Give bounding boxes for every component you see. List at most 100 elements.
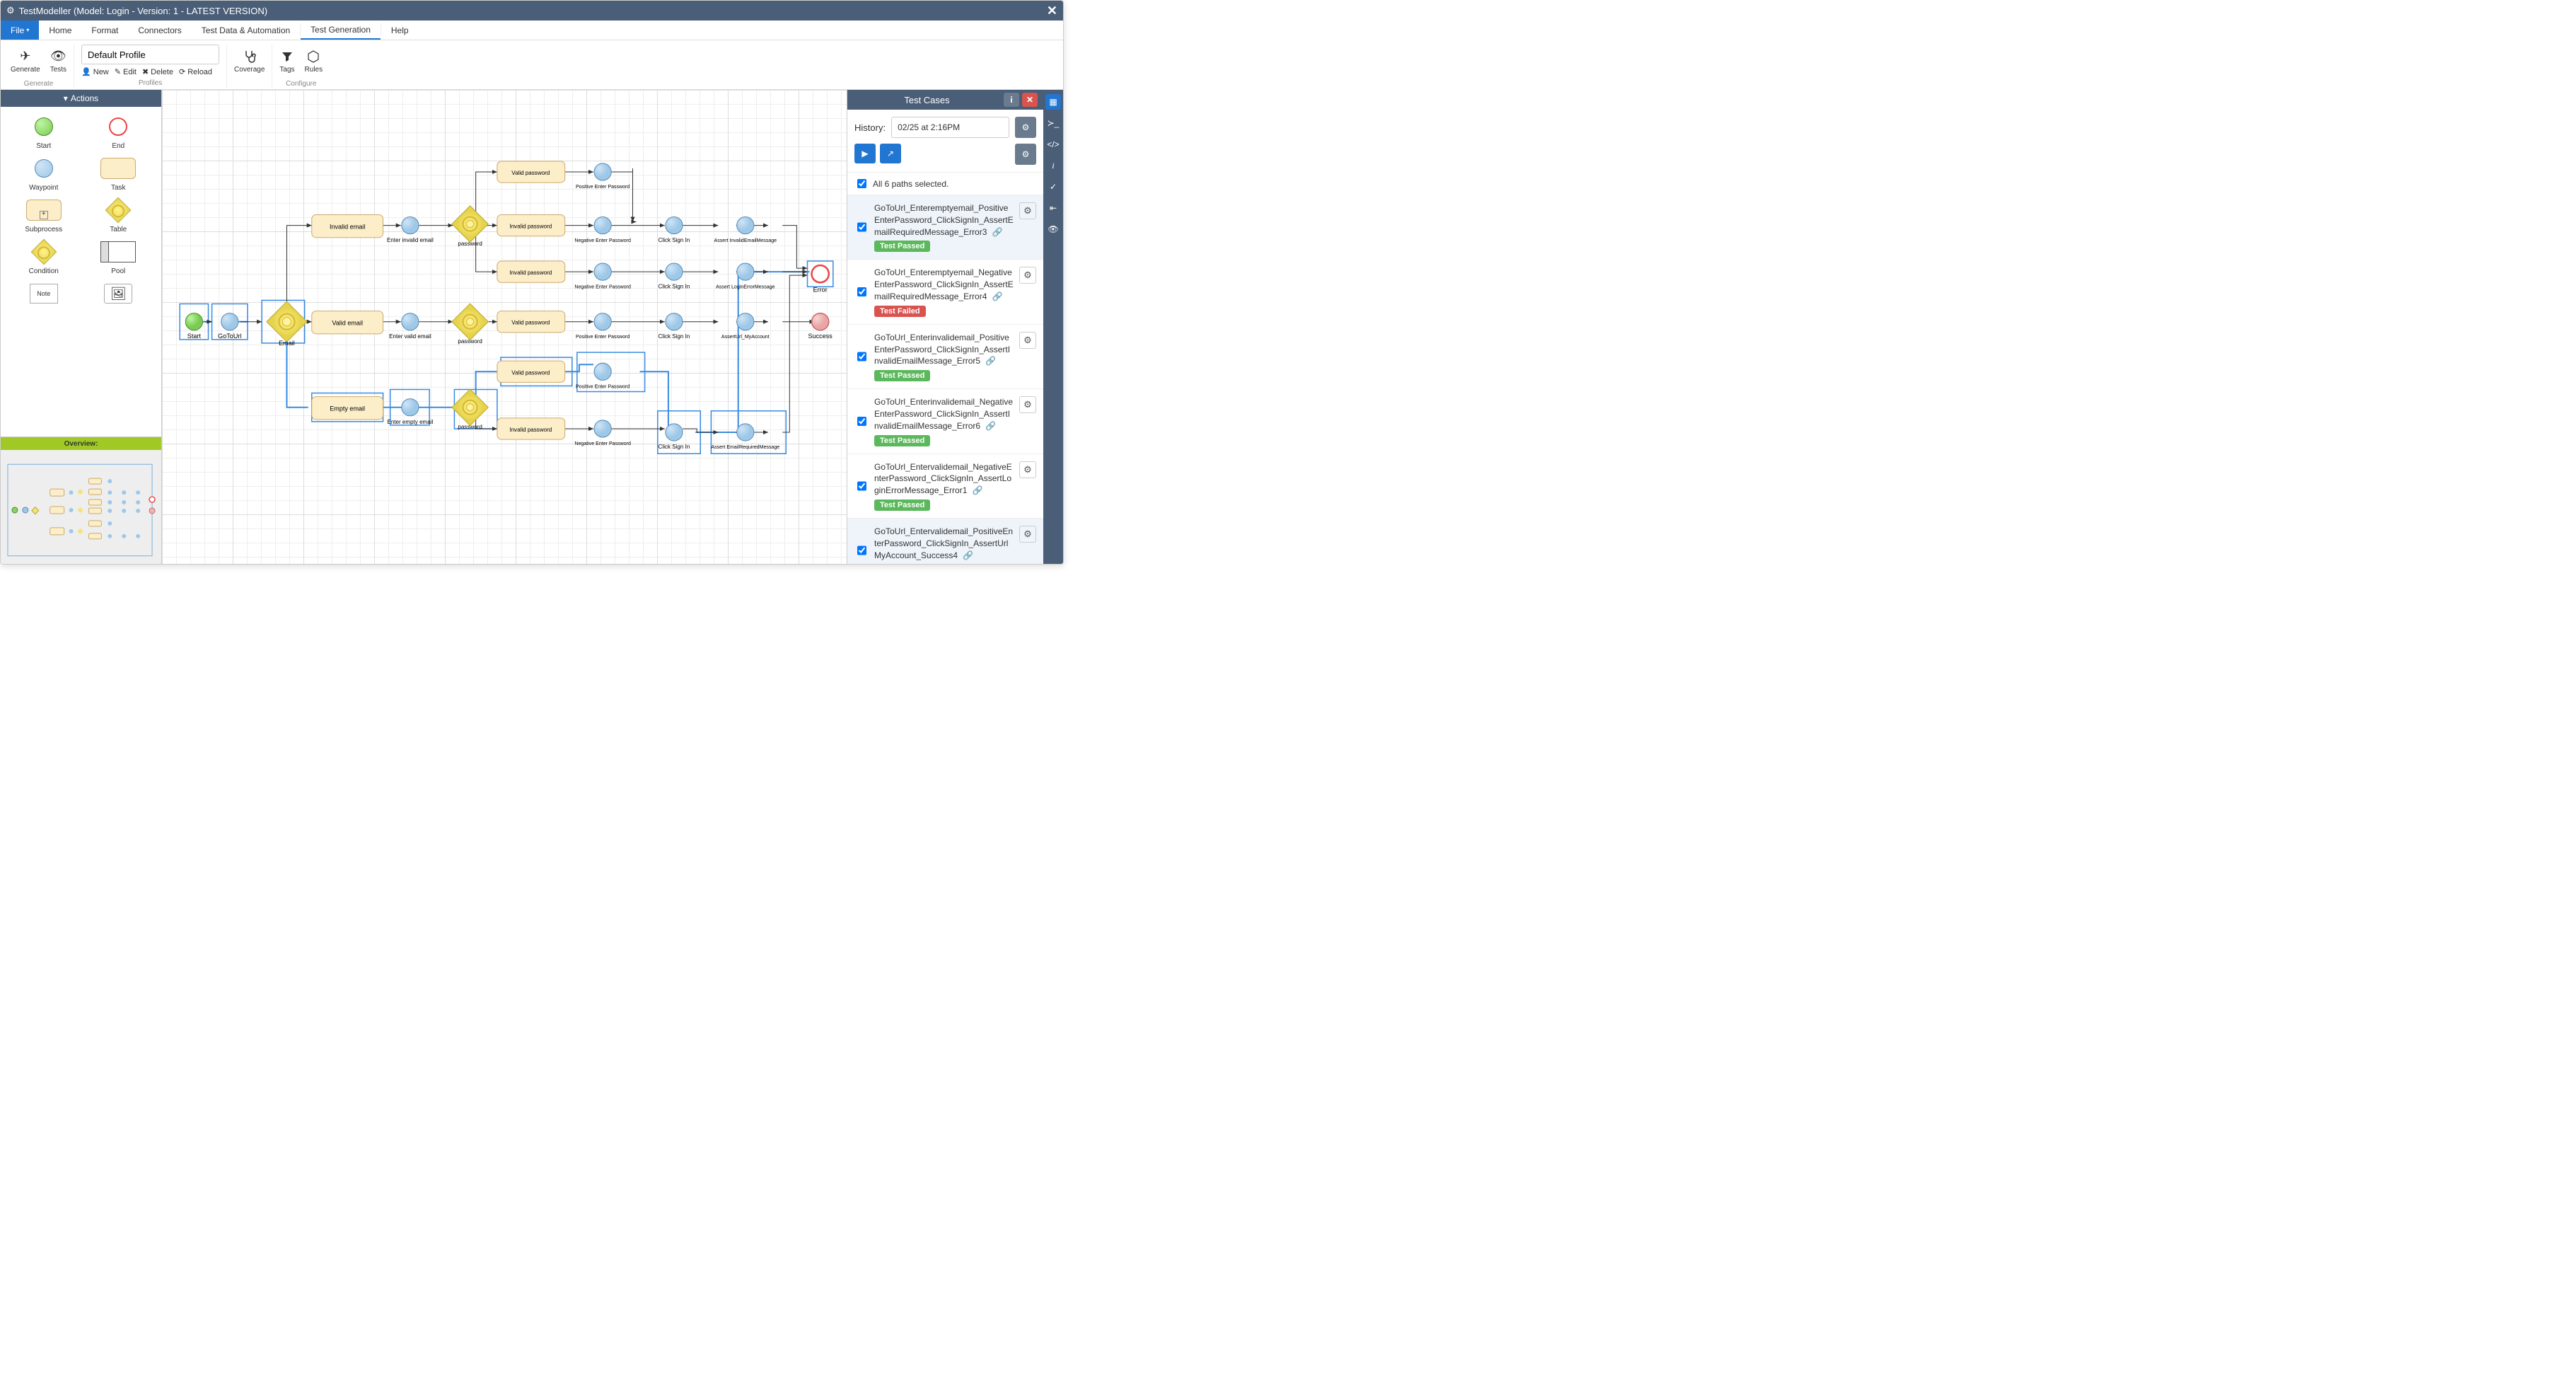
window-close-icon[interactable]: ✕: [1047, 4, 1057, 18]
test-item[interactable]: GoToUrl_Enterinvalidemail_PositiveEnterP…: [847, 325, 1043, 389]
rail-arrow-icon[interactable]: ⇤: [1045, 200, 1061, 216]
coverage-button[interactable]: Coverage: [234, 45, 265, 77]
tests-button[interactable]: 👁 Tests: [50, 45, 66, 77]
palette-end[interactable]: End: [83, 112, 153, 150]
test-checkbox[interactable]: [857, 463, 866, 509]
test-gear-button[interactable]: ⚙: [1019, 526, 1036, 543]
test-item[interactable]: GoToUrl_Entervalidemail_NegativeEnterPas…: [847, 454, 1043, 519]
node-gotourl[interactable]: [221, 313, 238, 330]
node-password-gw-1[interactable]: [452, 206, 488, 242]
palette-waypoint[interactable]: Waypoint: [8, 154, 79, 192]
palette-header[interactable]: ▾ Actions: [1, 90, 161, 107]
palette-task[interactable]: Task: [83, 154, 153, 192]
overview-minimap[interactable]: [1, 450, 161, 563]
tags-button[interactable]: Tags: [279, 45, 294, 77]
test-checkbox[interactable]: [857, 204, 866, 250]
link-icon[interactable]: 🔗: [992, 291, 1003, 301]
node-pos-enter-pw-2[interactable]: [594, 313, 611, 330]
menu-format[interactable]: Format: [81, 21, 128, 40]
node-assert-myaccount[interactable]: [737, 313, 754, 330]
list-settings-button[interactable]: ⚙: [1015, 144, 1036, 165]
export-button[interactable]: ↗: [880, 144, 901, 163]
rules-button[interactable]: Rules: [305, 45, 323, 77]
test-checkbox[interactable]: [857, 398, 866, 444]
node-success[interactable]: [812, 313, 829, 330]
link-icon[interactable]: 🔗: [985, 356, 996, 366]
history-settings-button[interactable]: ⚙: [1015, 117, 1036, 138]
test-gear-button[interactable]: ⚙: [1019, 461, 1036, 478]
svg-text:Click Sign In: Click Sign In: [658, 333, 690, 340]
rail-check-icon[interactable]: ✓: [1045, 179, 1061, 195]
palette-subprocess[interactable]: Subprocess: [8, 196, 79, 233]
rail-code-icon[interactable]: </>: [1045, 137, 1061, 152]
node-neg-enter-pw-2[interactable]: [594, 263, 611, 280]
test-gear-button[interactable]: ⚙: [1019, 396, 1036, 413]
profile-new-button[interactable]: 👤New: [81, 67, 109, 76]
play-button[interactable]: ▶: [854, 144, 876, 163]
profile-delete-button[interactable]: ✖Delete: [142, 67, 173, 76]
history-select[interactable]: 02/25 at 2:16PM: [891, 117, 1009, 138]
all-paths-checkbox[interactable]: [857, 179, 866, 188]
node-neg-enter-pw-3[interactable]: [594, 420, 611, 437]
palette-image[interactable]: 🖼: [83, 279, 153, 317]
profile-edit-button[interactable]: ✎Edit: [115, 67, 137, 76]
canvas[interactable]: Start GoToUrl Email Invalid email Valid …: [162, 90, 847, 564]
svg-text:Invalid password: Invalid password: [509, 270, 552, 276]
menu-testdata[interactable]: Test Data & Automation: [192, 21, 300, 40]
menu-connectors[interactable]: Connectors: [128, 21, 191, 40]
testcases-close-button[interactable]: ✕: [1022, 93, 1038, 107]
test-checkbox[interactable]: [857, 269, 866, 314]
test-gear-button[interactable]: ⚙: [1019, 202, 1036, 219]
node-click-signin-1[interactable]: [666, 216, 683, 233]
status-badge: Test Passed: [874, 435, 930, 446]
menu-help[interactable]: Help: [381, 21, 419, 40]
node-pos-enter-pw-1[interactable]: [594, 163, 611, 180]
node-assert-login[interactable]: [737, 263, 754, 280]
profile-reload-button[interactable]: ⟳Reload: [179, 67, 212, 76]
node-password-gw-3[interactable]: [452, 389, 488, 425]
palette-condition[interactable]: Condition: [8, 238, 79, 275]
generate-button[interactable]: ✈ Generate: [11, 45, 40, 77]
menu-testgen[interactable]: Test Generation: [301, 21, 381, 40]
node-password-gw-2[interactable]: [452, 304, 488, 340]
node-enter-empty-email[interactable]: [402, 399, 419, 416]
test-gear-button[interactable]: ⚙: [1019, 332, 1036, 349]
rail-info-icon[interactable]: i: [1045, 158, 1061, 173]
node-neg-enter-pw-1[interactable]: [594, 216, 611, 233]
node-assert-invalid[interactable]: [737, 216, 754, 233]
node-email-gateway[interactable]: [267, 301, 307, 342]
rail-panel-icon[interactable]: ▦: [1045, 94, 1061, 110]
node-click-signin-3[interactable]: [666, 313, 683, 330]
link-icon[interactable]: 🔗: [963, 550, 973, 560]
node-start[interactable]: [185, 313, 202, 330]
menu-file[interactable]: File▾: [1, 21, 39, 40]
test-item[interactable]: GoToUrl_Enteremptyemail_NegativeEnterPas…: [847, 260, 1043, 324]
link-icon[interactable]: 🔗: [985, 421, 996, 431]
palette-pool[interactable]: Pool: [83, 238, 153, 275]
node-click-signin-4[interactable]: [666, 424, 683, 441]
rail-terminal-icon[interactable]: ≻_: [1045, 115, 1061, 131]
test-item[interactable]: GoToUrl_Enterinvalidemail_NegativeEnterP…: [847, 389, 1043, 454]
test-checkbox[interactable]: [857, 528, 866, 564]
palette-start[interactable]: Start: [8, 112, 79, 150]
svg-text:Enter empty email: Enter empty email: [387, 419, 433, 425]
testcases-info-button[interactable]: i: [1004, 93, 1019, 107]
test-gear-button[interactable]: ⚙: [1019, 267, 1036, 284]
palette-table[interactable]: Table: [83, 196, 153, 233]
node-click-signin-2[interactable]: [666, 263, 683, 280]
node-enter-invalid-email[interactable]: [402, 216, 419, 233]
link-icon[interactable]: 🔗: [973, 485, 983, 495]
menu-home[interactable]: Home: [39, 21, 81, 40]
rail-eye-icon[interactable]: 👁: [1045, 221, 1061, 237]
node-pos-enter-pw-3[interactable]: [594, 363, 611, 380]
link-icon[interactable]: 🔗: [992, 227, 1003, 237]
test-item[interactable]: GoToUrl_Entervalidemail_PositiveEnterPas…: [847, 519, 1043, 564]
svg-text:Negative Enter Password: Negative Enter Password: [574, 238, 631, 243]
node-error[interactable]: [808, 261, 833, 287]
test-item[interactable]: GoToUrl_Enteremptyemail_PositiveEnterPas…: [847, 195, 1043, 260]
test-checkbox[interactable]: [857, 334, 866, 379]
node-assert-emailreq[interactable]: [737, 424, 754, 441]
palette-note[interactable]: NoteNote: [8, 279, 79, 317]
node-enter-valid-email[interactable]: [402, 313, 419, 330]
profile-input[interactable]: [81, 45, 219, 64]
